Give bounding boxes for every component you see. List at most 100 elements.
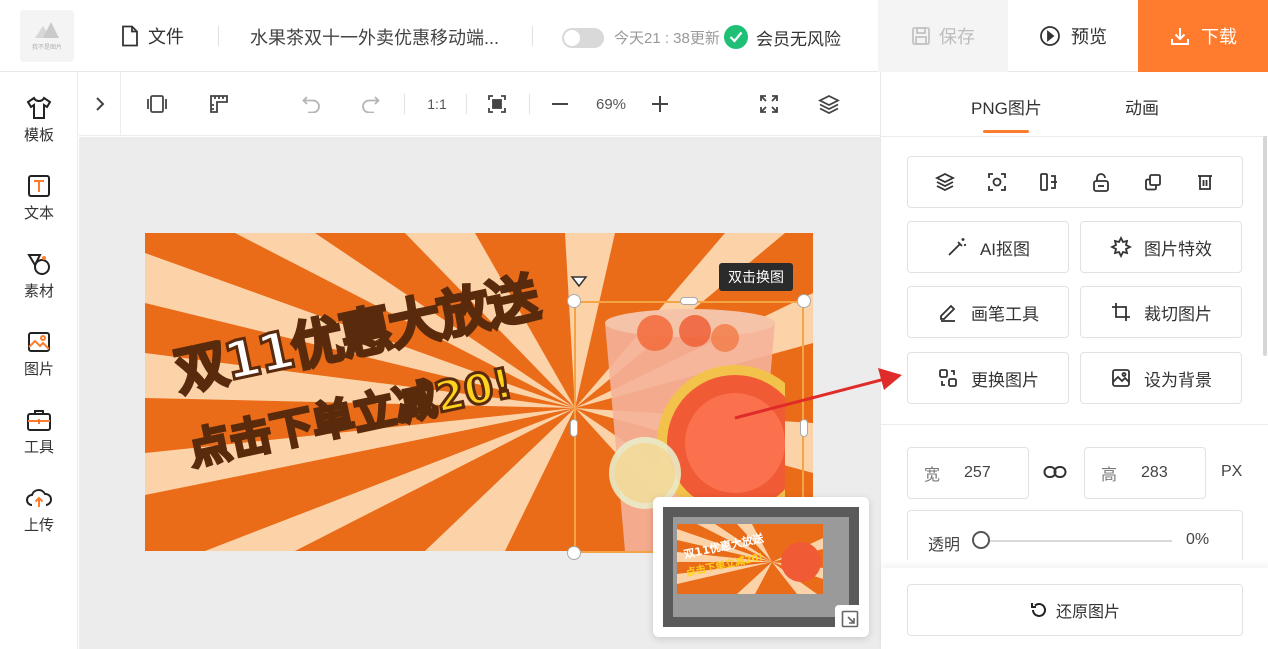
width-input[interactable]: 宽 257 xyxy=(907,447,1029,499)
sidebar-item-upload[interactable]: 上传 xyxy=(0,484,78,556)
opacity-slider-track[interactable] xyxy=(984,540,1172,542)
sparkle-gear-icon xyxy=(1110,236,1132,258)
sidebar-label: 文本 xyxy=(23,205,54,222)
delete-button[interactable] xyxy=(1194,171,1216,193)
rotate-arrow-icon xyxy=(570,276,588,288)
sidebar-label: 素材 xyxy=(23,283,54,300)
rotate-handle[interactable] xyxy=(569,273,589,289)
width-value: 257 xyxy=(964,464,991,481)
properties-panel: PNG图片 动画 AI抠图 图片特效 画笔工具 裁切图片 更换图片 设为背景 宽… xyxy=(880,72,1268,649)
resize-handle-top-left[interactable] xyxy=(567,294,581,308)
pencil-icon xyxy=(940,304,956,322)
save-button[interactable]: 保存 xyxy=(878,0,1008,72)
fit-screen-icon xyxy=(488,95,506,113)
auto-save-toggle[interactable] xyxy=(562,28,604,48)
sidebar-item-templates[interactable]: 模板 xyxy=(0,94,78,166)
expand-panel-button[interactable] xyxy=(91,92,109,116)
minimap-toggle-button[interactable] xyxy=(835,605,865,633)
replace-image-label: 更换图片 xyxy=(971,370,1039,390)
redo-button[interactable] xyxy=(359,92,381,116)
resize-handle-right[interactable] xyxy=(800,419,808,437)
fullscreen-button[interactable] xyxy=(758,92,780,116)
ai-cutout-button[interactable]: AI抠图 xyxy=(907,221,1069,273)
lock-button[interactable] xyxy=(1090,171,1112,193)
flip-icon xyxy=(1040,173,1057,191)
opacity-label: 透明 xyxy=(928,537,961,554)
set-as-background-button[interactable]: 设为背景 xyxy=(1080,352,1242,404)
zoom-level[interactable]: 69% xyxy=(591,92,631,116)
toolbox-icon xyxy=(25,406,53,434)
crop-icon xyxy=(1112,303,1130,321)
panel-tabs: PNG图片 动画 xyxy=(881,72,1268,136)
actual-size-button[interactable]: 1:1 xyxy=(425,92,449,116)
page-view-button[interactable] xyxy=(145,92,169,116)
brush-tool-button[interactable]: 画笔工具 xyxy=(907,286,1069,338)
restore-image-button[interactable]: 还原图片 xyxy=(907,584,1243,636)
minimap-viewport: 双11优惠大放送 点击下单立减20! xyxy=(663,507,859,627)
toolbar-divider xyxy=(466,94,467,114)
replace-image-button[interactable]: 更换图片 xyxy=(907,352,1069,404)
panel-scrollbar[interactable] xyxy=(1263,136,1267,356)
height-input[interactable]: 高 283 xyxy=(1084,447,1206,499)
plus-icon xyxy=(652,96,668,112)
page-frame-icon xyxy=(147,95,167,113)
preview-label: 预览 xyxy=(1071,27,1107,47)
tab-png-image[interactable]: PNG图片 xyxy=(971,94,1042,119)
resize-handle-bottom-left[interactable] xyxy=(567,546,581,560)
canvas-minimap[interactable]: 双11优惠大放送 点击下单立减20! xyxy=(653,497,869,637)
minimap-banner-thumbnail: 双11优惠大放送 点击下单立减20! xyxy=(677,524,823,594)
zoom-out-button[interactable] xyxy=(549,92,571,116)
toolbar-divider xyxy=(404,94,405,114)
file-menu-button[interactable]: 文件 xyxy=(120,22,184,50)
resize-handle-top[interactable] xyxy=(680,297,698,305)
left-sidebar: 模板 文本 素材 图片 工具 上传 xyxy=(0,72,78,649)
download-icon xyxy=(1171,28,1189,45)
layer-actions-row xyxy=(907,156,1243,208)
image-effects-label: 图片特效 xyxy=(1144,239,1212,259)
tab-animation[interactable]: 动画 xyxy=(1125,94,1159,119)
height-key: 高 xyxy=(1101,467,1118,484)
preview-button[interactable]: 预览 xyxy=(1008,0,1138,72)
collapse-arrow-icon xyxy=(841,610,859,628)
opacity-slider-handle[interactable] xyxy=(972,531,990,549)
layers-icon xyxy=(818,94,840,114)
chevron-right-icon xyxy=(96,97,105,111)
design-canvas[interactable]: 双11优惠大放送 点击下单立减20! 双击换图 双11优惠大放送 点击下单立减2… xyxy=(79,137,880,649)
layer-order-icon xyxy=(935,172,955,192)
sidebar-item-images[interactable]: 图片 xyxy=(0,328,78,400)
duplicate-button[interactable] xyxy=(1142,171,1164,193)
resize-handle-left[interactable] xyxy=(570,419,578,437)
ai-cutout-label: AI抠图 xyxy=(979,239,1031,259)
document-title[interactable]: 水果茶双十一外卖优惠移动端... xyxy=(250,24,499,50)
undo-button[interactable] xyxy=(301,92,323,116)
sidebar-item-text[interactable]: 文本 xyxy=(0,172,78,244)
download-button[interactable]: 下载 xyxy=(1138,0,1268,72)
canvas-toolbar: 1:1 69% xyxy=(79,72,880,136)
flip-button[interactable] xyxy=(1038,171,1060,193)
zoom-in-button[interactable] xyxy=(649,92,671,116)
layers-button[interactable] xyxy=(817,92,841,116)
active-tab-indicator xyxy=(983,130,1029,133)
app-logo[interactable]: 我不是图片 xyxy=(20,10,74,62)
restore-section: 还原图片 xyxy=(881,568,1268,649)
swap-image-icon xyxy=(939,369,957,387)
restore-image-label: 还原图片 xyxy=(1055,604,1120,621)
sidebar-item-tools[interactable]: 工具 xyxy=(0,406,78,478)
resize-handle-top-right[interactable] xyxy=(797,294,811,308)
image-effects-button[interactable]: 图片特效 xyxy=(1080,221,1242,273)
center-align-button[interactable] xyxy=(986,171,1008,193)
sidebar-item-materials[interactable]: 素材 xyxy=(0,250,78,322)
divider xyxy=(218,26,219,46)
ruler-icon xyxy=(210,95,228,113)
crop-image-button[interactable]: 裁切图片 xyxy=(1080,286,1242,338)
minus-icon xyxy=(552,103,568,105)
fit-screen-button[interactable] xyxy=(485,92,509,116)
panel-divider xyxy=(881,136,1268,137)
member-status[interactable]: 会员无风险 xyxy=(756,25,841,50)
ruler-button[interactable] xyxy=(207,92,231,116)
layer-order-button[interactable] xyxy=(934,171,956,193)
sidebar-label: 模板 xyxy=(23,127,54,144)
lock-ratio-button[interactable] xyxy=(1043,460,1067,484)
trash-icon xyxy=(1198,175,1212,190)
redo-icon xyxy=(362,96,380,113)
